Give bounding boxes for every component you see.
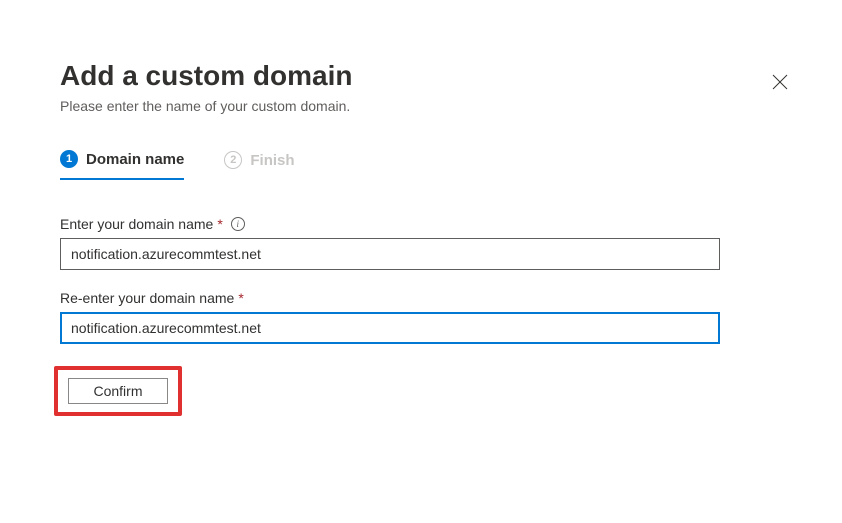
field-label-domain: Enter your domain name * i <box>60 216 782 232</box>
step-finish: 2 Finish <box>224 150 294 180</box>
step-number-badge: 2 <box>224 151 242 169</box>
required-indicator: * <box>217 216 222 232</box>
wizard-steps: 1 Domain name 2 Finish <box>60 150 782 180</box>
highlight-annotation: Confirm <box>54 366 182 416</box>
step-label: Finish <box>250 152 294 169</box>
info-icon[interactable]: i <box>231 217 245 231</box>
close-icon <box>772 74 788 90</box>
field-label-confirm-domain: Re-enter your domain name * <box>60 290 782 306</box>
domain-name-input[interactable] <box>60 238 720 270</box>
form-group-domain: Enter your domain name * i <box>60 216 782 270</box>
form-group-confirm-domain: Re-enter your domain name * <box>60 290 782 344</box>
confirm-domain-name-input[interactable] <box>60 312 720 344</box>
label-text: Enter your domain name <box>60 216 213 232</box>
step-number-badge: 1 <box>60 150 78 168</box>
page-subtitle: Please enter the name of your custom dom… <box>60 98 782 114</box>
step-domain-name[interactable]: 1 Domain name <box>60 150 184 180</box>
step-label: Domain name <box>86 151 184 168</box>
label-text: Re-enter your domain name <box>60 290 234 306</box>
page-title: Add a custom domain <box>60 60 782 92</box>
confirm-button[interactable]: Confirm <box>68 378 168 404</box>
close-button[interactable] <box>768 70 792 94</box>
required-indicator: * <box>238 290 243 306</box>
